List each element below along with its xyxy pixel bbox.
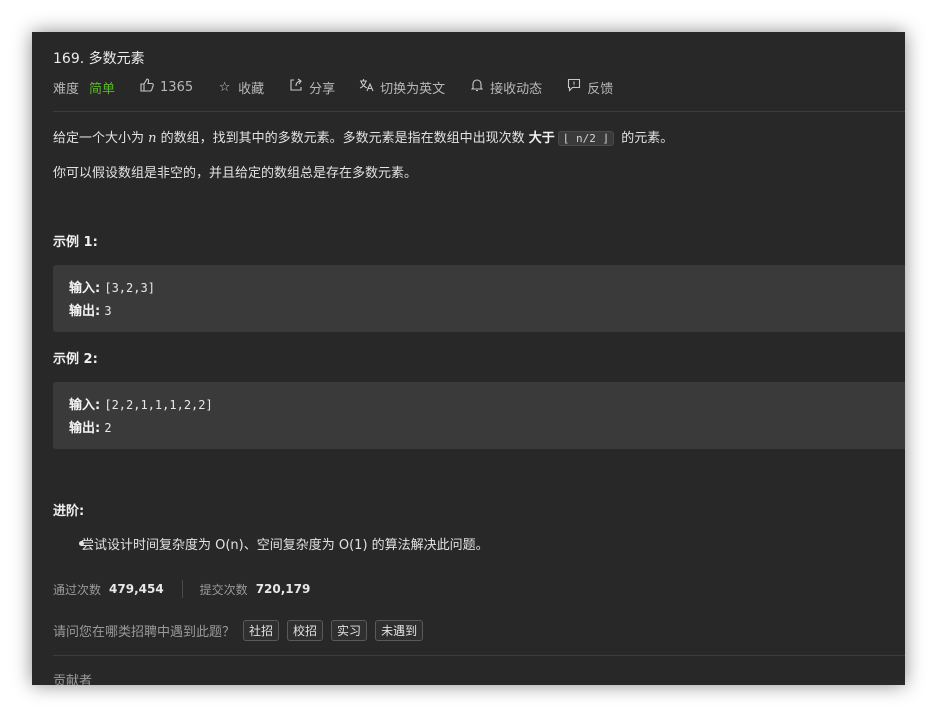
like-count: 1365 xyxy=(160,79,194,95)
contributors-label[interactable]: 贡献者 xyxy=(53,670,92,685)
favorite-button[interactable]: ☆ 收藏 xyxy=(217,78,264,97)
survey-question: 请问您在哪类招聘中遇到此题？ xyxy=(53,625,236,640)
example-1-output: 输出: 3 xyxy=(69,300,112,319)
favorite-label: 收藏 xyxy=(238,81,265,97)
switch-language-button[interactable]: 切换为英文 xyxy=(359,78,445,97)
output-label: 输出: xyxy=(69,421,101,436)
feedback-label: 反馈 xyxy=(587,81,614,97)
difficulty: 难度 简单 xyxy=(53,78,115,97)
survey-option-internship[interactable]: 实习 xyxy=(331,620,368,641)
like-button[interactable]: 1365 xyxy=(139,78,193,96)
output-value: 2 xyxy=(104,421,112,435)
survey-option-not-encountered[interactable]: 未遇到 xyxy=(375,620,424,641)
output-label: 输出: xyxy=(69,304,101,319)
problem-panel: 169. 多数元素 难度 简单 1365 ☆ 收藏 分享 切换为英文 接收动态 … xyxy=(32,32,905,685)
thumbs-up-icon xyxy=(139,78,154,96)
bell-icon xyxy=(469,78,484,96)
share-label: 分享 xyxy=(309,81,336,97)
share-icon xyxy=(288,78,303,96)
input-label: 输入: xyxy=(69,281,101,296)
stats-separator xyxy=(181,580,183,598)
feedback-icon xyxy=(566,78,581,96)
example-1-input: 输入: [3,2,3] xyxy=(69,277,155,296)
submission-stats: 通过次数 479,454 提交次数 720,179 xyxy=(53,580,310,598)
desc-bold: 大于 xyxy=(528,131,555,146)
description-paragraph-1: 给定一个大小为 n 的数组，找到其中的多数元素。多数元素是指在数组中出现次数 大… xyxy=(53,127,673,146)
output-value: 3 xyxy=(104,304,112,318)
description-paragraph-2: 你可以假设数组是非空的，并且给定的数组总是存在多数元素。 xyxy=(53,166,418,181)
interview-survey: 请问您在哪类招聘中遇到此题？ 社招 校招 实习 未遇到 xyxy=(53,620,424,641)
example-1-heading: 示例 1: xyxy=(53,235,98,250)
problem-title: 169. 多数元素 xyxy=(53,51,145,67)
example-2-output: 输出: 2 xyxy=(69,417,112,436)
survey-option-social[interactable]: 社招 xyxy=(243,620,280,641)
input-label: 输入: xyxy=(69,398,101,413)
desc-text: 给定一个大小为 xyxy=(53,131,149,146)
translate-icon xyxy=(359,78,374,96)
meta-divider xyxy=(53,111,905,112)
desc-text: 的数组，找到其中的多数元素。多数元素是指在数组中出现次数 xyxy=(156,131,529,146)
advanced-item: 尝试设计时间复杂度为 O(n)、空间复杂度为 O(1) 的算法解决此问题。 xyxy=(81,538,489,553)
switch-language-label: 切换为英文 xyxy=(380,81,446,97)
accepted-count: 479,454 xyxy=(109,582,164,596)
footer-divider xyxy=(53,655,905,656)
submitted-label: 提交次数 xyxy=(199,582,248,597)
share-button[interactable]: 分享 xyxy=(288,78,335,97)
problem-meta-bar: 难度 简单 1365 ☆ 收藏 分享 切换为英文 接收动态 反馈 xyxy=(53,78,637,97)
accepted-label: 通过次数 xyxy=(53,582,102,597)
desc-inline-code: ⌊ n/2 ⌋ xyxy=(557,131,615,146)
difficulty-label: 难度 xyxy=(53,81,80,97)
subscribe-button[interactable]: 接收动态 xyxy=(469,78,542,97)
example-1-block: 输入: [3,2,3] 输出: 3 xyxy=(53,265,905,332)
example-2-heading: 示例 2: xyxy=(53,352,98,367)
input-value: [3,2,3] xyxy=(104,281,155,295)
example-2-block: 输入: [2,2,1,1,1,2,2] 输出: 2 xyxy=(53,382,905,449)
submitted-count: 720,179 xyxy=(255,582,311,596)
input-value: [2,2,1,1,1,2,2] xyxy=(104,398,213,412)
feedback-button[interactable]: 反馈 xyxy=(566,78,613,97)
desc-text: 的元素。 xyxy=(617,131,674,146)
example-2-input: 输入: [2,2,1,1,1,2,2] xyxy=(69,394,213,413)
star-icon: ☆ xyxy=(218,79,231,95)
advanced-heading: 进阶: xyxy=(53,504,85,519)
difficulty-value: 简单 xyxy=(89,81,116,97)
desc-var-n: n xyxy=(148,131,157,146)
subscribe-label: 接收动态 xyxy=(490,81,543,97)
survey-option-campus[interactable]: 校招 xyxy=(287,620,324,641)
